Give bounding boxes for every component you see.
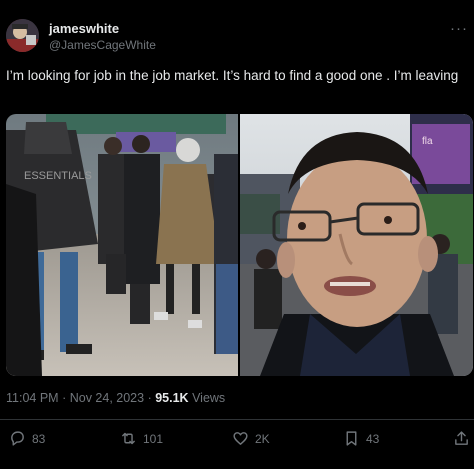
tweet-text: I’m looking for job in the job market. I…	[6, 68, 459, 83]
like-button[interactable]: 2K	[232, 430, 270, 447]
jacket-print-text: ESSENTIALS	[24, 170, 92, 182]
more-icon[interactable]: ···	[450, 20, 468, 37]
retweet-button[interactable]: 101	[120, 430, 163, 447]
tweet-media[interactable]: ESSENTIALS fla	[6, 114, 473, 376]
reply-count: 83	[32, 431, 46, 446]
action-bar: 83 101 2K 43	[0, 430, 474, 450]
retweet-icon	[122, 432, 135, 445]
bookmark-icon	[346, 431, 357, 446]
retweet-count: 101	[143, 431, 164, 446]
views-count: 95.1K	[155, 391, 189, 405]
views-label: Views	[192, 391, 226, 405]
author-handle[interactable]: @JamesCageWhite	[49, 38, 156, 52]
tweet-date[interactable]: Nov 24, 2023	[70, 391, 144, 405]
meta-separator: ·	[62, 391, 67, 405]
meta-separator: ·	[147, 391, 152, 405]
storefront-sign-text: fla	[422, 136, 433, 147]
selfie-photo[interactable]: fla	[240, 114, 473, 376]
divider	[0, 419, 474, 420]
tweet-time[interactable]: 11:04 PM	[6, 391, 59, 405]
like-count: 2K	[255, 431, 270, 446]
like-icon	[233, 432, 248, 445]
share-icon	[455, 431, 468, 445]
reply-button[interactable]: 83	[9, 430, 45, 447]
street-crowd-photo[interactable]: ESSENTIALS	[6, 114, 238, 376]
bookmark-button[interactable]: 43	[343, 430, 379, 447]
reply-icon	[11, 431, 24, 446]
bookmark-count: 43	[366, 431, 380, 446]
author-avatar[interactable]	[6, 19, 39, 52]
share-button[interactable]	[453, 430, 470, 447]
author-name[interactable]: jameswhite	[49, 21, 119, 36]
tweet-meta: 11:04 PM · Nov 24, 2023 · 95.1K Views	[6, 391, 225, 405]
